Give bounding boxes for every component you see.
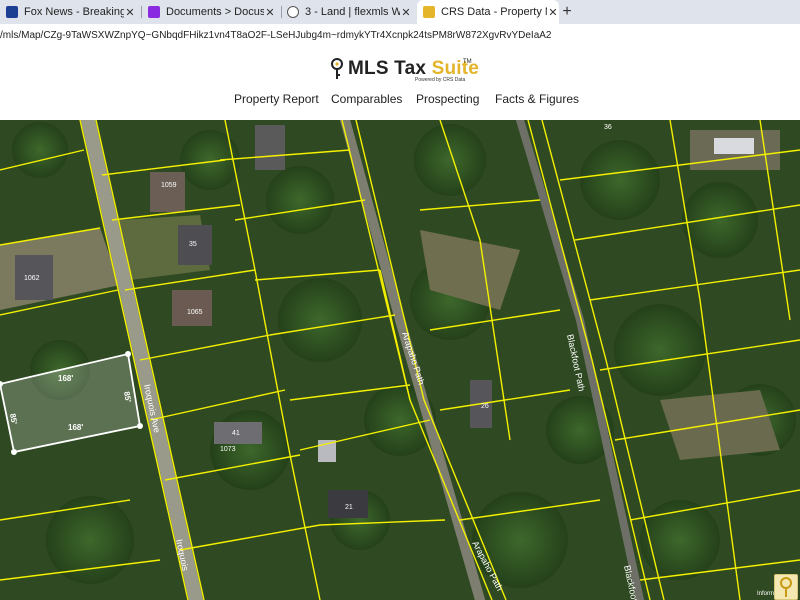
tab-title: Fox News - Breaking News Upd (24, 6, 124, 18)
fox-news-icon (6, 6, 18, 18)
browser-tab-bar: Fox News - Breaking News Upd ✕ Documents… (0, 0, 800, 24)
house-number: 35 (189, 241, 197, 248)
trailer-roof (714, 138, 754, 154)
house-roof (172, 290, 212, 326)
tab-title: CRS Data - Property Map for In (441, 6, 547, 18)
lot-dimension-top: 168' (58, 374, 73, 383)
house-number: 1059 (161, 182, 177, 189)
tab-divider (281, 6, 282, 18)
map-attribution[interactable]: Inform (757, 591, 774, 597)
house-number: 1062 (24, 275, 40, 282)
logo-powered-by: Powered by CRS Data (415, 77, 466, 83)
location-pin-button[interactable] (774, 574, 798, 600)
map-pin-icon (780, 577, 792, 597)
lot-dimension-left: 85' (8, 413, 19, 425)
lot-dimension-right: 85' (122, 391, 133, 403)
aerial-map-canvas[interactable]: 168' 85' 85' 168' 36 1059 35 1062 1065 4… (0, 120, 800, 600)
tab-title: 3 - Land | flexmls Web (305, 6, 400, 18)
house-number: 1065 (187, 309, 203, 316)
house-number: 41 (232, 430, 240, 437)
lot-dimension-bottom: 168' (68, 423, 83, 432)
tab-docusign[interactable]: Documents > Docusign Rooms ✕ (148, 0, 276, 24)
close-icon[interactable]: ✕ (400, 6, 412, 19)
tab-divider (141, 6, 142, 18)
key-icon (331, 58, 343, 79)
nav-prospecting[interactable]: Prospecting (416, 92, 479, 106)
house-number: 1073 (220, 446, 236, 453)
close-icon[interactable]: ✕ (264, 6, 276, 19)
house-roof (150, 172, 185, 212)
tab-crs-data[interactable]: CRS Data - Property Map for In ✕ (417, 0, 559, 24)
tab-flexmls[interactable]: 3 - Land | flexmls Web ✕ (287, 0, 412, 24)
house-number: 26 (481, 403, 489, 410)
tab-title: Documents > Docusign Rooms (166, 6, 264, 18)
house-number: 21 (345, 504, 353, 511)
logo-suite: Suite (431, 58, 480, 79)
crs-icon (423, 6, 435, 18)
nav-comparables[interactable]: Comparables (331, 92, 402, 106)
mls-tax-suite-logo[interactable]: MLS Tax Suite TM Powered by CRS Data (330, 56, 480, 83)
close-icon[interactable]: ✕ (124, 6, 136, 19)
logo-main: MLS Tax (348, 58, 432, 79)
nav-facts-figures[interactable]: Facts & Figures (495, 92, 579, 106)
house-roof (255, 125, 285, 170)
property-map[interactable]: 168' 85' 85' 168' 36 1059 35 1062 1065 4… (0, 120, 800, 600)
docusign-icon (148, 6, 160, 18)
house-number: 36 (604, 124, 612, 131)
nav-property-report[interactable]: Property Report (234, 92, 319, 106)
new-tab-button[interactable]: + (558, 3, 576, 21)
address-bar[interactable]: /mls/Map/CZg-9TaWSXWZnpYQ~GNbqdFHikz1vn4… (0, 24, 800, 49)
logo-trademark: TM (463, 59, 472, 65)
url-text: /mls/Map/CZg-9TaWSXWZnpYQ~GNbqdFHikz1vn4… (0, 30, 552, 41)
tab-fox-news[interactable]: Fox News - Breaking News Upd ✕ (6, 0, 136, 24)
flexmls-icon (287, 6, 299, 18)
